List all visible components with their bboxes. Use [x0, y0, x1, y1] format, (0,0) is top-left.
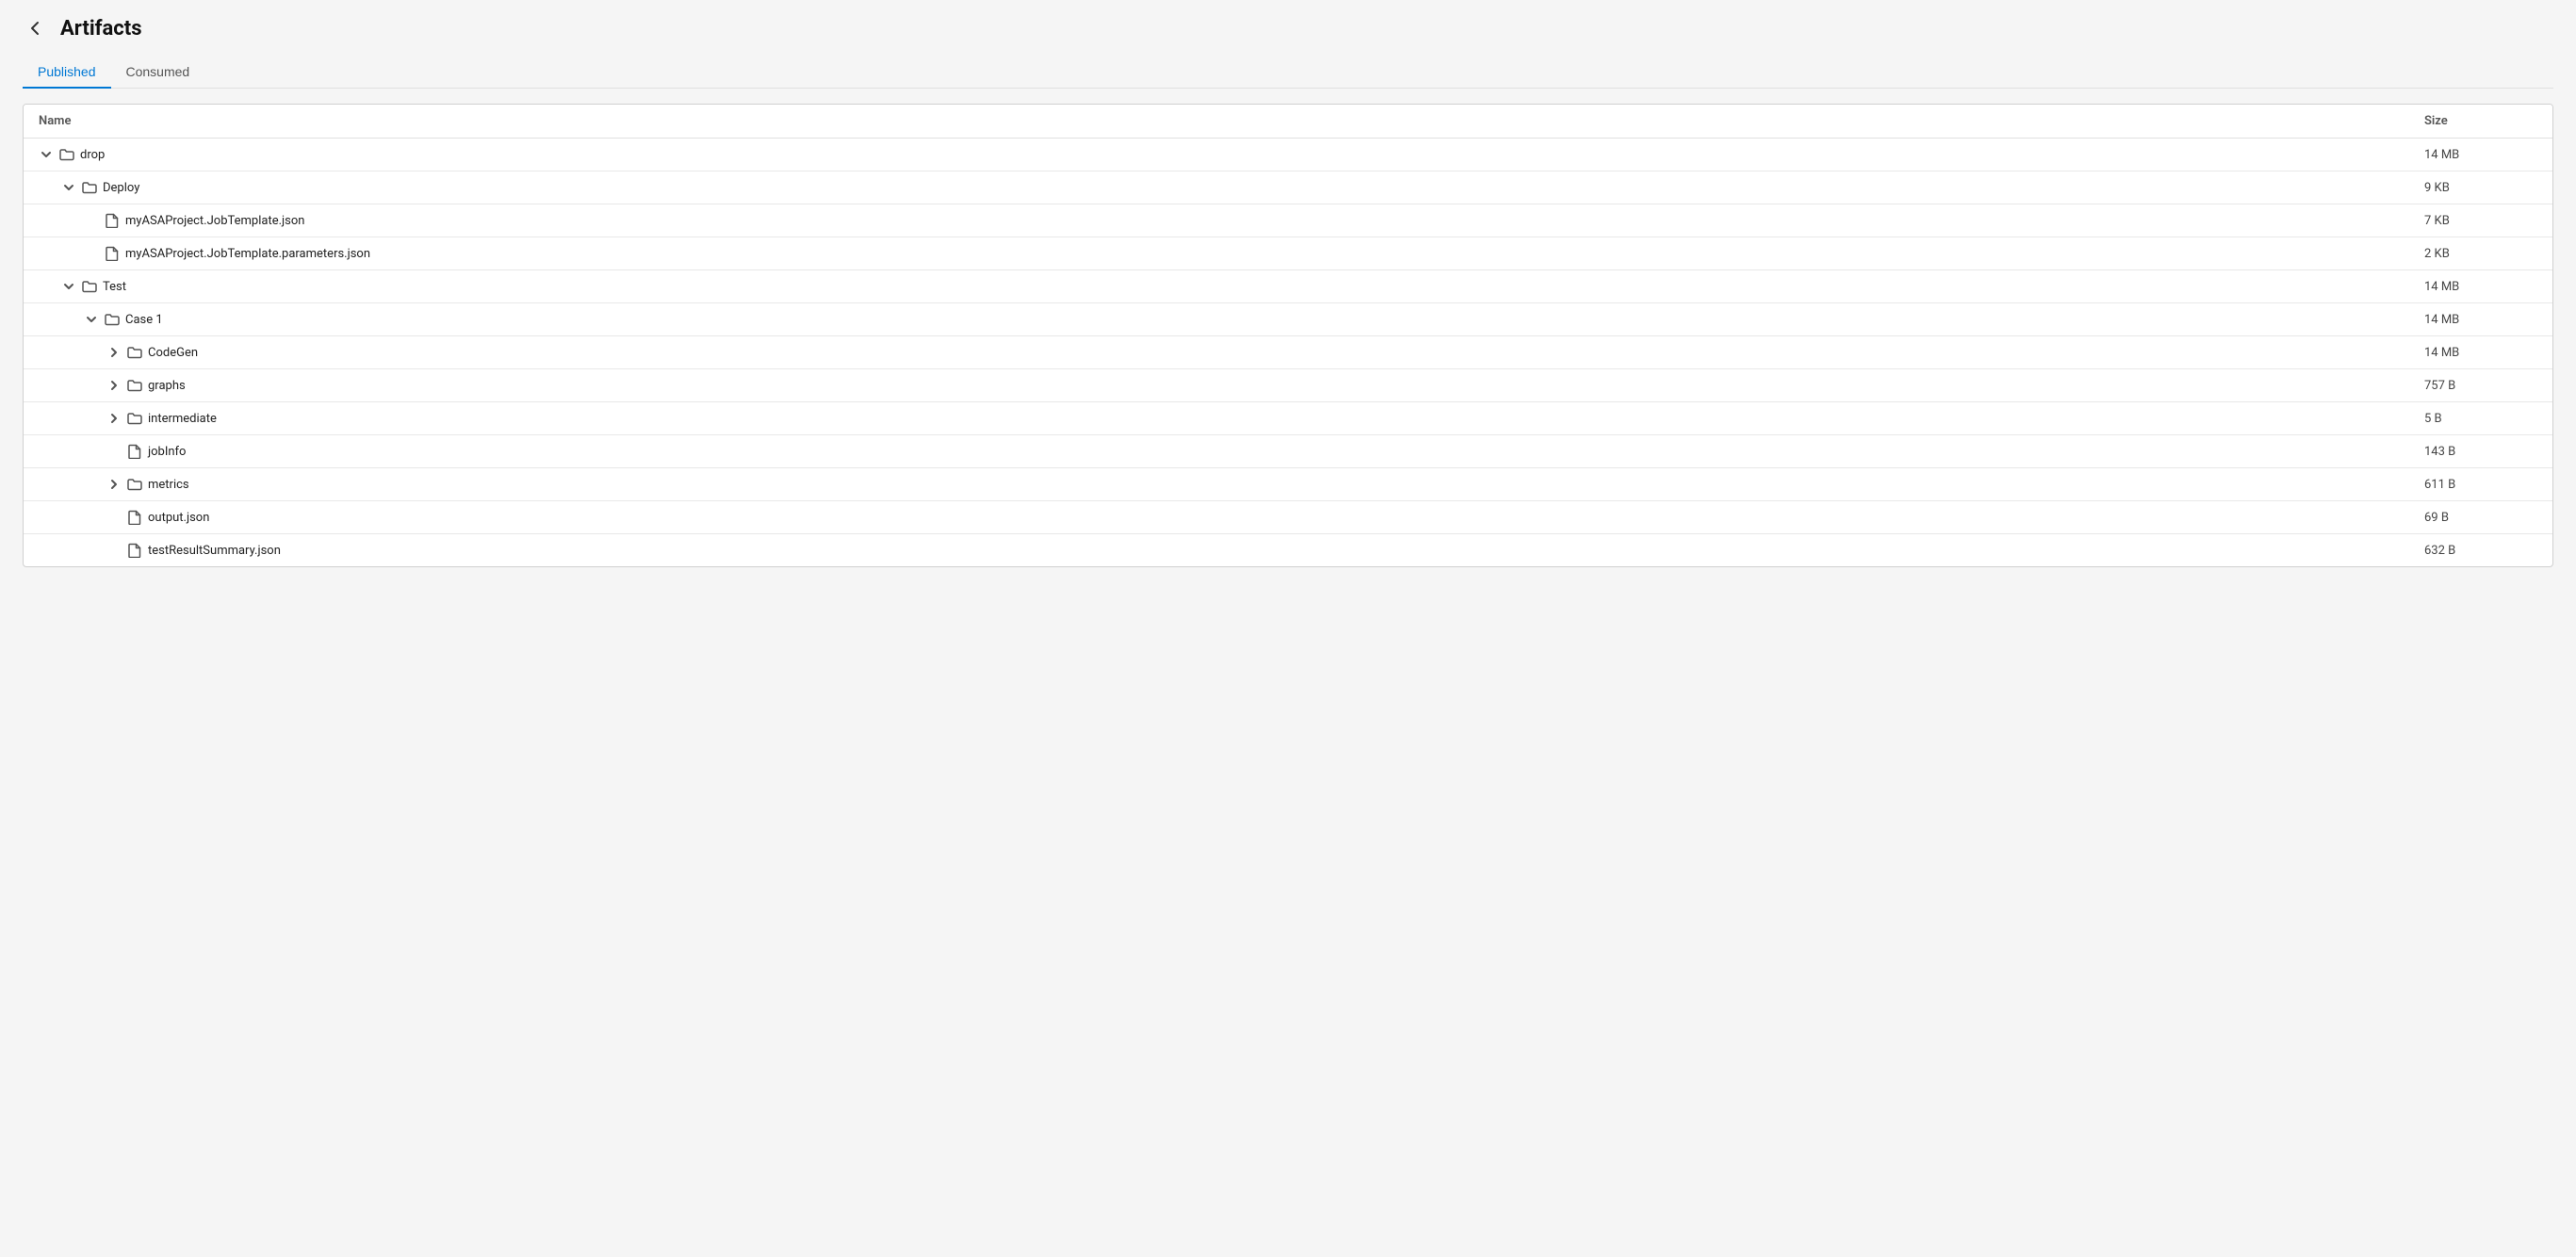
item-name: intermediate — [148, 412, 217, 426]
table-row: graphs 757 B — [24, 369, 2552, 402]
cell-size: 143 B — [2424, 445, 2537, 459]
folder-icon — [82, 279, 97, 294]
item-name: CodeGen — [148, 346, 198, 360]
chevron-right-icon[interactable] — [106, 378, 122, 393]
folder-icon — [127, 345, 142, 360]
artifacts-table: Name Size drop 14 MB — [23, 104, 2553, 567]
cell-name: output.json — [39, 510, 2424, 525]
column-name: Name — [39, 114, 2424, 128]
folder-icon — [127, 477, 142, 492]
cell-size: 14 MB — [2424, 148, 2537, 162]
item-name: myASAProject.JobTemplate.parameters.json — [125, 247, 370, 261]
cell-size: 14 MB — [2424, 346, 2537, 360]
folder-icon — [82, 180, 97, 195]
cell-size: 14 MB — [2424, 313, 2537, 327]
table-row: drop 14 MB — [24, 139, 2552, 171]
item-name: graphs — [148, 379, 186, 393]
item-name: jobInfo — [148, 445, 186, 459]
table-row: metrics 611 B — [24, 468, 2552, 501]
cell-name: drop — [39, 147, 2424, 162]
table-row: CodeGen 14 MB — [24, 336, 2552, 369]
page-header: Artifacts — [23, 15, 2553, 41]
file-icon — [127, 543, 142, 558]
cell-name: myASAProject.JobTemplate.parameters.json — [39, 246, 2424, 261]
cell-name: Case 1 — [39, 312, 2424, 327]
cell-name: graphs — [39, 378, 2424, 393]
folder-icon — [105, 312, 120, 327]
chevron-down-icon[interactable] — [61, 180, 76, 195]
item-name: Case 1 — [125, 313, 163, 327]
chevron-right-icon[interactable] — [106, 411, 122, 426]
table-row: Deploy 9 KB — [24, 171, 2552, 204]
cell-size: 9 KB — [2424, 181, 2537, 195]
table-row: Test 14 MB — [24, 270, 2552, 303]
cell-size: 632 B — [2424, 544, 2537, 558]
cell-name: Deploy — [39, 180, 2424, 195]
column-size: Size — [2424, 114, 2537, 128]
table-header: Name Size — [24, 105, 2552, 139]
cell-name: intermediate — [39, 411, 2424, 426]
page-title: Artifacts — [60, 17, 142, 41]
cell-size: 7 KB — [2424, 214, 2537, 228]
folder-icon — [127, 411, 142, 426]
chevron-down-icon[interactable] — [39, 147, 54, 162]
chevron-right-icon[interactable] — [106, 345, 122, 360]
folder-icon — [59, 147, 74, 162]
tabs-container: Published Consumed — [23, 57, 2553, 89]
file-icon — [105, 246, 120, 261]
table-body: drop 14 MB Deploy 9 KB myASAProje — [24, 139, 2552, 566]
item-name: testResultSummary.json — [148, 544, 281, 558]
page-container: Artifacts Published Consumed Name Size d… — [0, 0, 2576, 1257]
cell-size: 14 MB — [2424, 280, 2537, 294]
table-row: testResultSummary.json 632 B — [24, 534, 2552, 566]
table-row: output.json 69 B — [24, 501, 2552, 534]
chevron-right-icon[interactable] — [106, 477, 122, 492]
tab-consumed[interactable]: Consumed — [111, 57, 205, 89]
cell-size: 2 KB — [2424, 247, 2537, 261]
table-row: myASAProject.JobTemplate.json 7 KB — [24, 204, 2552, 237]
tab-published[interactable]: Published — [23, 57, 111, 89]
chevron-down-icon[interactable] — [84, 312, 99, 327]
cell-name: testResultSummary.json — [39, 543, 2424, 558]
cell-name: jobInfo — [39, 444, 2424, 459]
item-name: metrics — [148, 478, 189, 492]
item-name: myASAProject.JobTemplate.json — [125, 214, 304, 228]
chevron-down-icon[interactable] — [61, 279, 76, 294]
cell-size: 69 B — [2424, 511, 2537, 525]
file-icon — [105, 213, 120, 228]
cell-size: 757 B — [2424, 379, 2537, 393]
file-icon — [127, 444, 142, 459]
item-name: output.json — [148, 511, 209, 525]
table-row: Case 1 14 MB — [24, 303, 2552, 336]
folder-icon — [127, 378, 142, 393]
item-name: Deploy — [103, 181, 139, 195]
file-icon — [127, 510, 142, 525]
table-row: myASAProject.JobTemplate.parameters.json… — [24, 237, 2552, 270]
item-name: Test — [103, 280, 126, 294]
cell-size: 5 B — [2424, 412, 2537, 426]
cell-name: CodeGen — [39, 345, 2424, 360]
cell-size: 611 B — [2424, 478, 2537, 492]
table-row: intermediate 5 B — [24, 402, 2552, 435]
cell-name: Test — [39, 279, 2424, 294]
back-button[interactable] — [23, 15, 49, 41]
item-name: drop — [80, 148, 105, 162]
cell-name: metrics — [39, 477, 2424, 492]
cell-name: myASAProject.JobTemplate.json — [39, 213, 2424, 228]
table-row: jobInfo 143 B — [24, 435, 2552, 468]
